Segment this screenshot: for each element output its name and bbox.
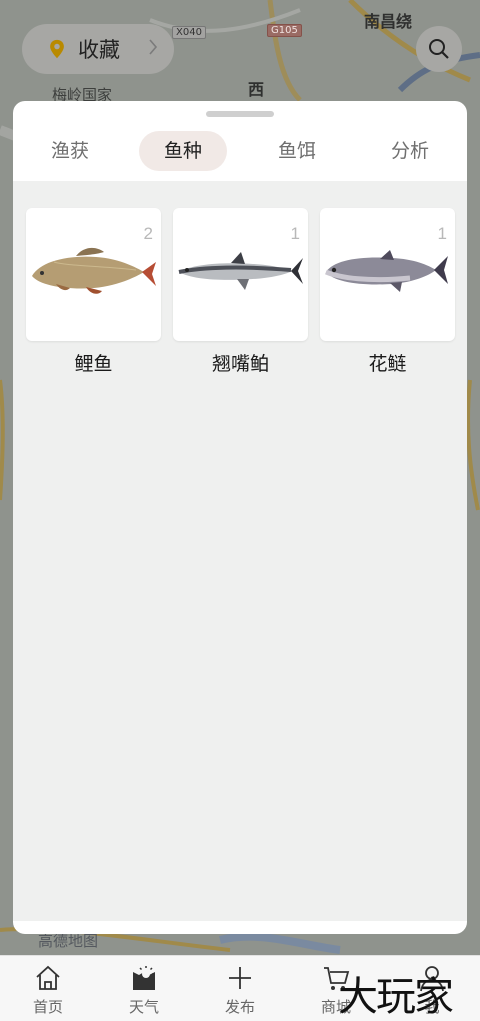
home-icon <box>36 965 60 990</box>
species-card-carp[interactable]: 2 鲤鱼 <box>26 208 161 376</box>
species-photo: 1 <box>173 208 308 341</box>
map-search-button[interactable] <box>416 26 462 72</box>
nav-weather-label: 天气 <box>128 998 159 1016</box>
nav-home-label: 首页 <box>32 998 63 1016</box>
nav-weather[interactable]: 天气 <box>96 956 192 1021</box>
species-photo: 2 <box>26 208 161 341</box>
search-icon <box>429 39 449 59</box>
bighead-carp-photo <box>325 250 448 292</box>
watermark: 大玩家 <box>338 974 454 1020</box>
species-card-culter[interactable]: 1 翘嘴鲌 <box>173 208 308 376</box>
tab-catch[interactable]: 渔获 <box>26 131 114 171</box>
weather-icon <box>133 966 155 990</box>
map-label-road: 南昌绕 <box>364 12 413 31</box>
road-tag-g105: G105 <box>267 24 302 37</box>
chevron-right-icon <box>148 38 158 61</box>
plus-icon <box>229 967 251 989</box>
tab-bait[interactable]: 鱼饵 <box>253 131 341 171</box>
tab-analysis[interactable]: 分析 <box>366 131 454 171</box>
sheet-drag-handle[interactable] <box>206 111 274 117</box>
map-label-district: 西 <box>248 80 265 99</box>
species-name: 翘嘴鲌 <box>211 353 269 375</box>
nav-home[interactable]: 首页 <box>0 956 96 1021</box>
favorites-button[interactable]: 收藏 <box>22 24 174 74</box>
nav-post-label: 发布 <box>224 998 255 1016</box>
fish-species-sheet: 渔获 鱼种 鱼饵 分析 2 鲤鱼 1 翘嘴鲌 1 花鲢 <box>13 101 467 934</box>
species-grid: 2 鲤鱼 1 翘嘴鲌 1 花鲢 <box>13 181 467 921</box>
species-name: 花鲢 <box>368 353 407 375</box>
sheet-tabs: 渔获 鱼种 鱼饵 分析 <box>13 131 467 181</box>
species-photo: 1 <box>320 208 455 341</box>
nav-post[interactable]: 发布 <box>192 956 288 1021</box>
favorites-label: 收藏 <box>78 38 120 62</box>
carp-photo <box>32 247 156 294</box>
topmouth-culter-photo <box>178 252 303 290</box>
species-name: 鲤鱼 <box>74 353 113 375</box>
tab-species[interactable]: 鱼种 <box>139 131 227 171</box>
location-pin-icon <box>50 39 64 59</box>
road-tag-x040: X040 <box>172 26 206 39</box>
species-card-bighead-carp[interactable]: 1 花鲢 <box>320 208 455 376</box>
